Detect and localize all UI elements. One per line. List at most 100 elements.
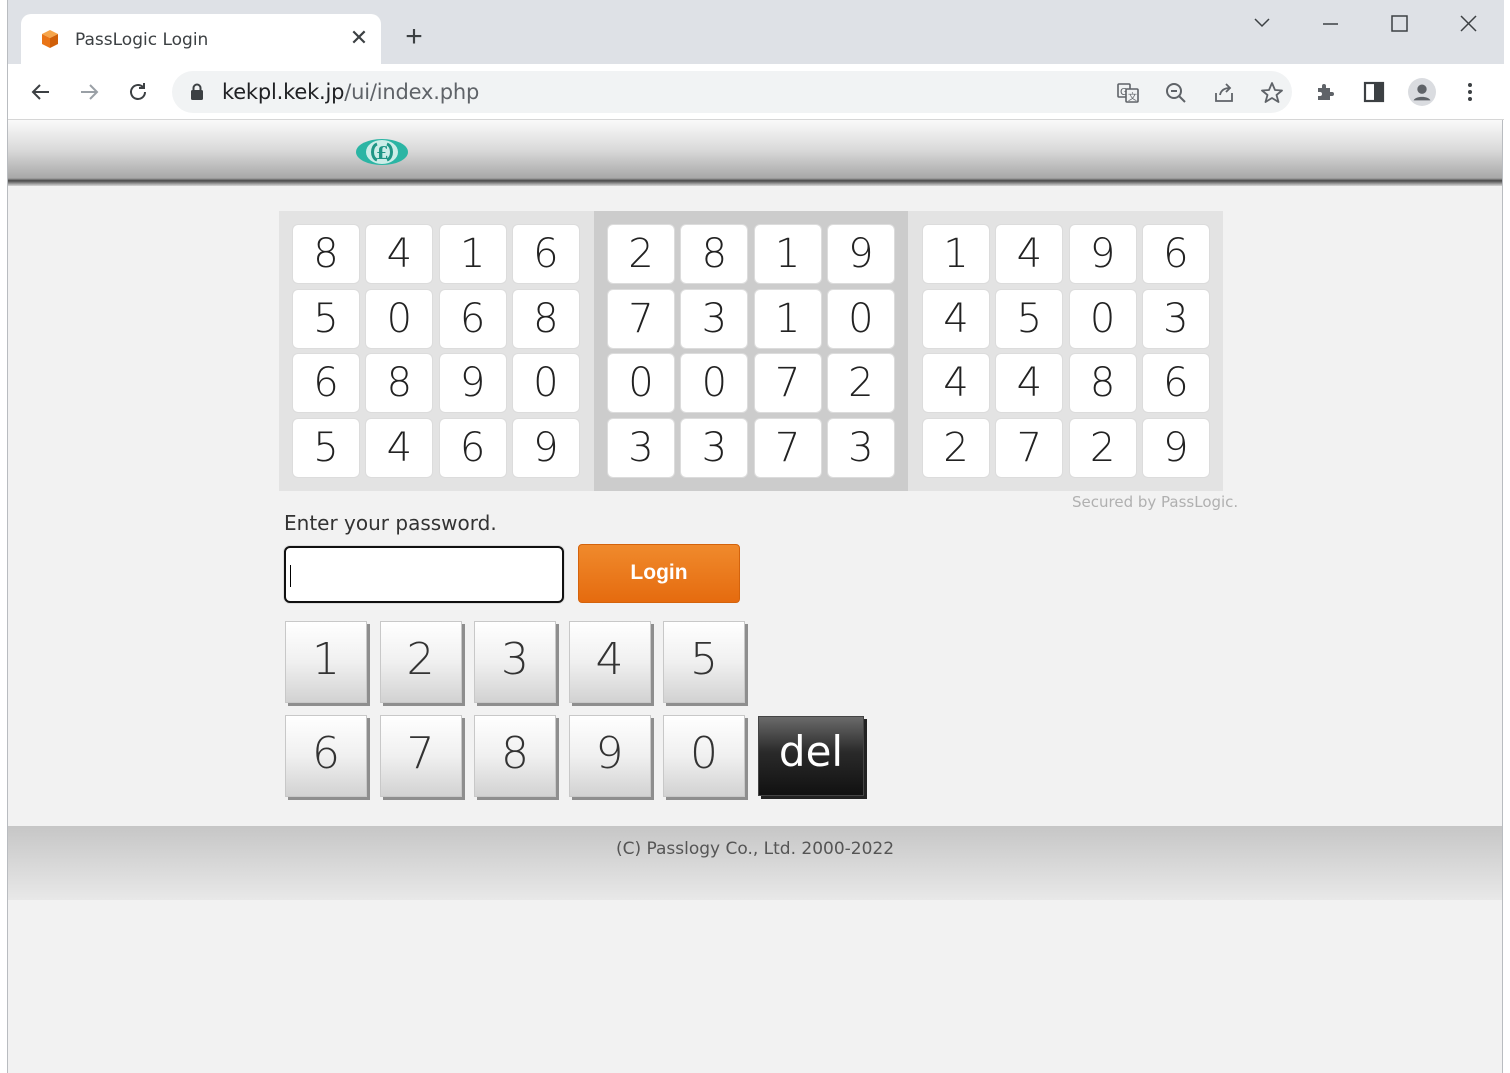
matrix-cell: 4 xyxy=(996,354,1063,412)
keypad-key-9[interactable]: 9 xyxy=(568,715,651,797)
matrix-cell: 0 xyxy=(1069,289,1136,348)
bookmark-star-icon[interactable] xyxy=(1260,81,1284,105)
profile-avatar-icon[interactable] xyxy=(1408,78,1436,106)
svg-text:£: £ xyxy=(376,143,389,164)
matrix-cell: 5 xyxy=(996,289,1063,348)
delete-button[interactable]: del xyxy=(758,716,864,796)
keypad-key-4[interactable]: 4 xyxy=(568,621,651,703)
matrix-cell: 3 xyxy=(827,418,894,477)
matrix-cell: 4 xyxy=(996,225,1063,283)
matrix-cell: 7 xyxy=(608,289,674,348)
matrix-cell: 0 xyxy=(512,354,579,412)
minimize-icon[interactable] xyxy=(1310,10,1350,38)
password-matrix: 8416506868905469281973100072337314964503… xyxy=(279,211,1223,491)
matrix-cell: 5 xyxy=(293,289,359,348)
password-input[interactable] xyxy=(284,546,564,603)
matrix-cell: 9 xyxy=(512,418,579,477)
reload-icon[interactable] xyxy=(124,78,152,106)
matrix-cell: 4 xyxy=(366,418,433,477)
matrix-cell: 8 xyxy=(293,225,359,283)
matrix-cell: 6 xyxy=(439,418,506,477)
text-caret xyxy=(290,565,291,587)
svg-text:文: 文 xyxy=(1128,91,1137,103)
tab-passlogic-login[interactable]: PassLogic Login ✕ xyxy=(21,14,381,65)
keypad-key-6[interactable]: 6 xyxy=(285,715,367,797)
matrix-cell: 1 xyxy=(754,225,821,283)
address-bar[interactable]: kekpl.kek.jp/ui/index.php G 文 xyxy=(172,71,1292,113)
back-icon[interactable] xyxy=(27,78,55,106)
page-content: £ 84165068689054692819731000723373149645… xyxy=(8,120,1502,1073)
browser-window: PassLogic Login ✕ + kekpl.kek.jp/ui/inde… xyxy=(7,0,1504,1073)
matrix-cell: 8 xyxy=(1069,354,1136,412)
matrix-block-3: 1496450344862729 xyxy=(909,211,1223,491)
tab-strip: PassLogic Login ✕ + xyxy=(8,0,1504,65)
matrix-cell: 7 xyxy=(754,418,821,477)
extensions-icon[interactable] xyxy=(1312,78,1340,106)
matrix-cell: 4 xyxy=(923,289,989,348)
matrix-cell: 8 xyxy=(512,289,579,348)
matrix-cell: 9 xyxy=(1069,225,1136,283)
keypad-key-8[interactable]: 8 xyxy=(474,715,556,797)
matrix-cell: 3 xyxy=(608,418,674,477)
box-icon xyxy=(42,30,58,48)
matrix-cell: 2 xyxy=(608,225,674,283)
password-prompt: Enter your password. xyxy=(284,511,497,535)
keypad-key-3[interactable]: 3 xyxy=(474,621,556,703)
share-icon[interactable] xyxy=(1212,81,1236,105)
url-host: kekpl.kek.jp xyxy=(222,80,345,104)
matrix-cell: 1 xyxy=(923,225,989,283)
matrix-cell: 6 xyxy=(439,289,506,348)
matrix-cell: 9 xyxy=(827,225,894,283)
matrix-cell: 6 xyxy=(1142,225,1209,283)
matrix-cell: 2 xyxy=(1069,418,1136,477)
close-tab-icon[interactable]: ✕ xyxy=(347,26,371,50)
secured-by-text: Secured by PassLogic. xyxy=(1072,493,1239,511)
matrix-cell: 3 xyxy=(681,418,748,477)
matrix-cell: 6 xyxy=(293,354,359,412)
matrix-cell: 3 xyxy=(1142,289,1209,348)
tab-search-icon[interactable] xyxy=(1242,10,1282,38)
maximize-icon[interactable] xyxy=(1379,10,1419,38)
forward-icon[interactable] xyxy=(75,78,103,106)
login-button[interactable]: Login xyxy=(578,544,740,603)
matrix-block-2: 2819731000723373 xyxy=(594,211,908,491)
matrix-cell: 6 xyxy=(1142,354,1209,412)
matrix-block-1: 8416506868905469 xyxy=(279,211,593,491)
copyright-text: (C) Passlogy Co., Ltd. 2000-2022 xyxy=(615,839,895,859)
new-tab-button[interactable]: + xyxy=(401,22,427,52)
keypad-key-1[interactable]: 1 xyxy=(285,621,367,703)
lock-icon[interactable] xyxy=(190,83,204,101)
matrix-cell: 1 xyxy=(439,225,506,283)
matrix-cell: 4 xyxy=(366,225,433,283)
matrix-cell: 3 xyxy=(681,289,748,348)
matrix-cell: 8 xyxy=(681,225,748,283)
browser-menu-icon[interactable] xyxy=(1456,78,1484,106)
matrix-cell: 1 xyxy=(754,289,821,348)
matrix-cell: 0 xyxy=(827,289,894,348)
keypad-key-0[interactable]: 0 xyxy=(663,715,745,797)
matrix-cell: 9 xyxy=(1142,418,1209,477)
keypad-key-2[interactable]: 2 xyxy=(379,621,462,703)
matrix-cell: 7 xyxy=(754,354,821,412)
site-footer: (C) Passlogy Co., Ltd. 2000-2022 xyxy=(8,826,1502,900)
translate-icon[interactable]: G 文 xyxy=(1116,81,1140,105)
matrix-cell: 6 xyxy=(512,225,579,283)
passlogic-logo-icon: £ xyxy=(356,139,408,165)
matrix-cell: 9 xyxy=(439,354,506,412)
keypad-key-7[interactable]: 7 xyxy=(379,715,462,797)
matrix-cell: 0 xyxy=(366,289,433,348)
url-path: /ui/index.php xyxy=(344,80,480,104)
site-header: £ xyxy=(8,120,1502,186)
matrix-cell: 2 xyxy=(827,354,894,412)
url-text: kekpl.kek.jp/ui/index.php xyxy=(222,80,479,104)
side-panel-icon[interactable] xyxy=(1360,78,1388,106)
matrix-cell: 8 xyxy=(366,354,433,412)
matrix-cell: 0 xyxy=(681,354,748,412)
matrix-cell: 4 xyxy=(923,354,989,412)
matrix-cell: 2 xyxy=(923,418,989,477)
keypad-key-5[interactable]: 5 xyxy=(663,621,745,703)
matrix-cell: 5 xyxy=(293,418,359,477)
close-window-icon[interactable] xyxy=(1448,10,1488,38)
matrix-cell: 0 xyxy=(608,354,674,412)
zoom-out-icon[interactable] xyxy=(1164,81,1188,105)
